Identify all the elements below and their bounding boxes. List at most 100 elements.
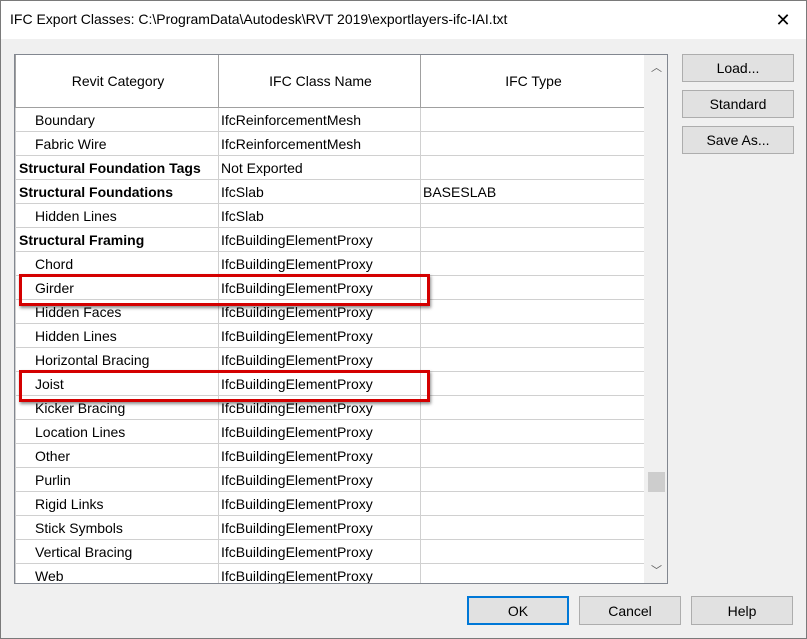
cell-revit-category[interactable]: Horizontal Bracing	[15, 347, 219, 372]
table-row[interactable]: Kicker Bracing IfcBuildingElementProxy	[15, 395, 645, 420]
cell-ifc-class-name[interactable]: IfcBuildingElementProxy	[218, 299, 421, 324]
cell-ifc-type[interactable]	[420, 155, 645, 180]
cell-ifc-type[interactable]	[420, 107, 645, 132]
cell-revit-category[interactable]: Hidden Lines	[15, 203, 219, 228]
cell-revit-category[interactable]: Structural Framing	[15, 227, 219, 252]
cell-ifc-type[interactable]	[420, 299, 645, 324]
table-row[interactable]: Purlin IfcBuildingElementProxy	[15, 467, 645, 492]
ifc-export-classes-dialog: IFC Export Classes: C:\ProgramData\Autod…	[0, 0, 807, 639]
cancel-button[interactable]: Cancel	[579, 596, 681, 625]
cell-ifc-type[interactable]: BASESLAB	[420, 179, 645, 204]
cell-ifc-class-name[interactable]: IfcBuildingElementProxy	[218, 539, 421, 564]
table-row[interactable]: Hidden Lines IfcBuildingElementProxy	[15, 323, 645, 348]
cell-ifc-type[interactable]	[420, 275, 645, 300]
table-row[interactable]: Web IfcBuildingElementProxy	[15, 563, 645, 583]
table-row[interactable]: Other IfcBuildingElementProxy	[15, 443, 645, 468]
cell-ifc-class-name[interactable]: IfcBuildingElementProxy	[218, 563, 421, 583]
table-row[interactable]: Structural Framing IfcBuildingElementProx…	[15, 227, 645, 252]
cell-ifc-class-name[interactable]: IfcBuildingElementProxy	[218, 347, 421, 372]
table-row[interactable]: Joist IfcBuildingElementProxy	[15, 371, 645, 396]
cell-ifc-class-name[interactable]: Not Exported	[218, 155, 421, 180]
table-row[interactable]: Girder IfcBuildingElementProxy	[15, 275, 645, 300]
table-row[interactable]: Boundary IfcReinforcementMesh	[15, 107, 645, 132]
cell-ifc-class-name[interactable]: IfcBuildingElementProxy	[218, 227, 421, 252]
cell-revit-category[interactable]: Rigid Links	[15, 491, 219, 516]
cell-ifc-type[interactable]	[420, 563, 645, 583]
header-row: Revit Category IFC Class Name IFC Type	[15, 55, 645, 108]
ifc-class-grid: Revit Category IFC Class Name IFC Type B…	[14, 54, 668, 584]
column-header-revit-category[interactable]: Revit Category	[15, 55, 219, 108]
cell-ifc-type[interactable]	[420, 227, 645, 252]
cell-revit-category[interactable]: Hidden Lines	[15, 323, 219, 348]
cell-revit-category[interactable]: Fabric Wire	[15, 131, 219, 156]
chevron-down-icon: ﹀	[651, 565, 662, 577]
cell-ifc-class-name[interactable]: IfcBuildingElementProxy	[218, 467, 421, 492]
cell-ifc-type[interactable]	[420, 203, 645, 228]
table-row[interactable]: Stick Symbols IfcBuildingElementProxy	[15, 515, 645, 540]
cell-ifc-type[interactable]	[420, 419, 645, 444]
cell-revit-category[interactable]: Joist	[15, 371, 219, 396]
cell-ifc-type[interactable]	[420, 395, 645, 420]
standard-button[interactable]: Standard	[682, 90, 794, 118]
cell-ifc-class-name[interactable]: IfcBuildingElementProxy	[218, 491, 421, 516]
cell-ifc-type[interactable]	[420, 323, 645, 348]
save-as-button[interactable]: Save As...	[682, 126, 794, 154]
scrollbar-thumb[interactable]	[648, 472, 665, 492]
cell-revit-category[interactable]: Vertical Bracing	[15, 539, 219, 564]
cell-ifc-class-name[interactable]: IfcBuildingElementProxy	[218, 251, 421, 276]
close-button[interactable]: ✕	[760, 1, 806, 39]
cell-ifc-class-name[interactable]: IfcSlab	[218, 179, 421, 204]
vertical-scrollbar[interactable]: ︿ ﹀	[644, 55, 667, 583]
cell-ifc-type[interactable]	[420, 251, 645, 276]
cell-ifc-type[interactable]	[420, 131, 645, 156]
cell-ifc-class-name[interactable]: IfcBuildingElementProxy	[218, 443, 421, 468]
table-row[interactable]: Horizontal Bracing IfcBuildingElementProx…	[15, 347, 645, 372]
chevron-up-icon: ︿	[651, 62, 662, 74]
cell-ifc-type[interactable]	[420, 515, 645, 540]
cell-revit-category[interactable]: Chord	[15, 251, 219, 276]
cell-ifc-class-name[interactable]: IfcBuildingElementProxy	[218, 419, 421, 444]
table-row[interactable]: Structural Foundation Tags Not Exported	[15, 155, 645, 180]
cell-revit-category[interactable]: Kicker Bracing	[15, 395, 219, 420]
cell-ifc-type[interactable]	[420, 539, 645, 564]
load-button[interactable]: Load...	[682, 54, 794, 82]
cell-ifc-type[interactable]	[420, 491, 645, 516]
column-header-ifc-type[interactable]: IFC Type	[420, 55, 645, 108]
cell-ifc-class-name[interactable]: IfcBuildingElementProxy	[218, 323, 421, 348]
cell-revit-category[interactable]: Boundary	[15, 107, 219, 132]
scroll-up-button[interactable]: ︿	[645, 57, 667, 77]
cell-revit-category[interactable]: Web	[15, 563, 219, 583]
cell-ifc-class-name[interactable]: IfcBuildingElementProxy	[218, 275, 421, 300]
scroll-down-button[interactable]: ﹀	[645, 560, 667, 580]
cell-revit-category[interactable]: Location Lines	[15, 419, 219, 444]
cell-revit-category[interactable]: Stick Symbols	[15, 515, 219, 540]
cell-ifc-class-name[interactable]: IfcReinforcementMesh	[218, 107, 421, 132]
table-row[interactable]: Fabric Wire IfcReinforcementMesh	[15, 131, 645, 156]
help-button[interactable]: Help	[691, 596, 793, 625]
cell-revit-category[interactable]: Girder	[15, 275, 219, 300]
cell-ifc-class-name[interactable]: IfcReinforcementMesh	[218, 131, 421, 156]
table-row[interactable]: Structural Foundations IfcSlab BASESLAB	[15, 179, 645, 204]
table-row[interactable]: Vertical Bracing IfcBuildingElementProxy	[15, 539, 645, 564]
column-header-ifc-class-name[interactable]: IFC Class Name	[218, 55, 421, 108]
cell-revit-category[interactable]: Structural Foundation Tags	[15, 155, 219, 180]
table-row[interactable]: Hidden Lines IfcSlab	[15, 203, 645, 228]
cell-revit-category[interactable]: Structural Foundations	[15, 179, 219, 204]
table-row[interactable]: Hidden Faces IfcBuildingElementProxy	[15, 299, 645, 324]
ok-button[interactable]: OK	[467, 596, 569, 625]
cell-revit-category[interactable]: Hidden Faces	[15, 299, 219, 324]
table-row[interactable]: Rigid Links IfcBuildingElementProxy	[15, 491, 645, 516]
cell-revit-category[interactable]: Purlin	[15, 467, 219, 492]
cell-ifc-class-name[interactable]: IfcSlab	[218, 203, 421, 228]
table-row[interactable]: Chord IfcBuildingElementProxy	[15, 251, 645, 276]
cell-ifc-type[interactable]	[420, 467, 645, 492]
cell-ifc-class-name[interactable]: IfcBuildingElementProxy	[218, 371, 421, 396]
cell-ifc-type[interactable]	[420, 371, 645, 396]
cell-ifc-class-name[interactable]: IfcBuildingElementProxy	[218, 395, 421, 420]
cell-ifc-type[interactable]	[420, 443, 645, 468]
mapping-table: Revit Category IFC Class Name IFC Type B…	[15, 55, 645, 583]
cell-revit-category[interactable]: Other	[15, 443, 219, 468]
cell-ifc-type[interactable]	[420, 347, 645, 372]
table-row[interactable]: Location Lines IfcBuildingElementProxy	[15, 419, 645, 444]
cell-ifc-class-name[interactable]: IfcBuildingElementProxy	[218, 515, 421, 540]
